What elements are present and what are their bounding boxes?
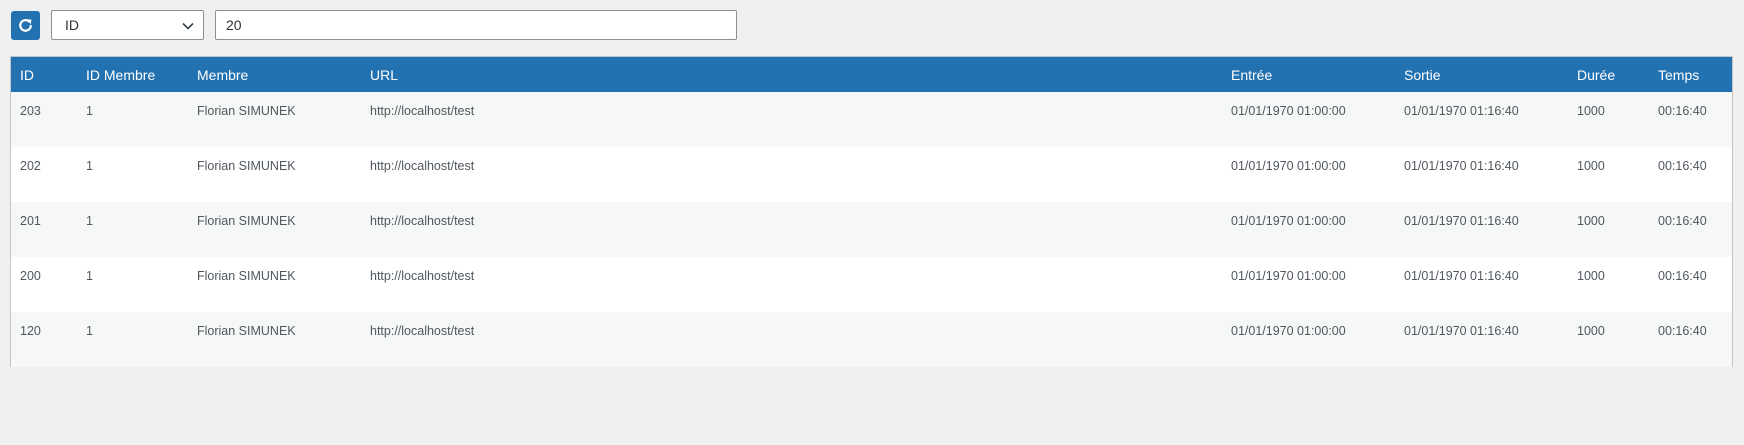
visits-table-container: ID ID Membre Membre URL Entrée Sortie Du… xyxy=(10,56,1733,367)
cell-id: 120 xyxy=(20,324,41,338)
cell-membre: Florian SIMUNEK xyxy=(197,269,296,283)
cell-id: 200 xyxy=(20,269,41,283)
cell-duree: 1000 xyxy=(1577,214,1605,228)
table-row: 201 1 Florian SIMUNEK http://localhost/t… xyxy=(11,202,1732,257)
cell-membre: Florian SIMUNEK xyxy=(197,324,296,338)
cell-id-membre: 1 xyxy=(86,269,93,283)
cell-sortie: 01/01/1970 01:16:40 xyxy=(1404,324,1519,338)
cell-sortie: 01/01/1970 01:16:40 xyxy=(1404,104,1519,118)
cell-sortie: 01/01/1970 01:16:40 xyxy=(1404,214,1519,228)
visits-table: ID ID Membre Membre URL Entrée Sortie Du… xyxy=(11,57,1732,367)
cell-id: 201 xyxy=(20,214,41,228)
column-header-duree[interactable]: Durée xyxy=(1568,57,1649,92)
cell-url: http://localhost/test xyxy=(370,104,475,118)
cell-id-membre: 1 xyxy=(86,214,93,228)
cell-entree: 01/01/1970 01:00:00 xyxy=(1231,269,1346,283)
filter-field-value: ID xyxy=(65,17,79,33)
refresh-icon xyxy=(19,18,32,32)
cell-url: http://localhost/test xyxy=(370,324,475,338)
cell-membre: Florian SIMUNEK xyxy=(197,214,296,228)
cell-temps: 00:16:40 xyxy=(1658,324,1707,338)
cell-duree: 1000 xyxy=(1577,104,1605,118)
cell-entree: 01/01/1970 01:00:00 xyxy=(1231,324,1346,338)
cell-id: 202 xyxy=(20,159,41,173)
column-header-url[interactable]: URL xyxy=(361,57,1222,92)
cell-duree: 1000 xyxy=(1577,324,1605,338)
table-header-row: ID ID Membre Membre URL Entrée Sortie Du… xyxy=(11,57,1732,92)
column-header-entree[interactable]: Entrée xyxy=(1222,57,1395,92)
chevron-down-icon xyxy=(182,22,194,30)
cell-membre: Florian SIMUNEK xyxy=(197,104,296,118)
cell-url: http://localhost/test xyxy=(370,214,475,228)
cell-id-membre: 1 xyxy=(86,104,93,118)
cell-duree: 1000 xyxy=(1577,159,1605,173)
table-row: 202 1 Florian SIMUNEK http://localhost/t… xyxy=(11,147,1732,202)
cell-duree: 1000 xyxy=(1577,269,1605,283)
cell-url: http://localhost/test xyxy=(370,159,475,173)
cell-id-membre: 1 xyxy=(86,159,93,173)
cell-id-membre: 1 xyxy=(86,324,93,338)
filter-field-select[interactable]: ID xyxy=(51,10,204,40)
cell-temps: 00:16:40 xyxy=(1658,104,1707,118)
cell-temps: 00:16:40 xyxy=(1658,159,1707,173)
table-row: 200 1 Florian SIMUNEK http://localhost/t… xyxy=(11,257,1732,312)
column-header-membre[interactable]: Membre xyxy=(188,57,361,92)
cell-entree: 01/01/1970 01:00:00 xyxy=(1231,159,1346,173)
column-header-id[interactable]: ID xyxy=(11,57,77,92)
column-header-id-membre[interactable]: ID Membre xyxy=(77,57,188,92)
table-row: 203 1 Florian SIMUNEK http://localhost/t… xyxy=(11,92,1732,147)
column-header-sortie[interactable]: Sortie xyxy=(1395,57,1568,92)
cell-entree: 01/01/1970 01:00:00 xyxy=(1231,214,1346,228)
search-input[interactable] xyxy=(215,10,737,40)
column-header-temps[interactable]: Temps xyxy=(1649,57,1732,92)
cell-temps: 00:16:40 xyxy=(1658,269,1707,283)
cell-sortie: 01/01/1970 01:16:40 xyxy=(1404,159,1519,173)
cell-url: http://localhost/test xyxy=(370,269,475,283)
refresh-button[interactable] xyxy=(11,10,40,40)
cell-temps: 00:16:40 xyxy=(1658,214,1707,228)
cell-membre: Florian SIMUNEK xyxy=(197,159,296,173)
table-row: 120 1 Florian SIMUNEK http://localhost/t… xyxy=(11,312,1732,367)
cell-id: 203 xyxy=(20,104,41,118)
filter-toolbar: ID xyxy=(11,10,737,40)
cell-entree: 01/01/1970 01:00:00 xyxy=(1231,104,1346,118)
cell-sortie: 01/01/1970 01:16:40 xyxy=(1404,269,1519,283)
